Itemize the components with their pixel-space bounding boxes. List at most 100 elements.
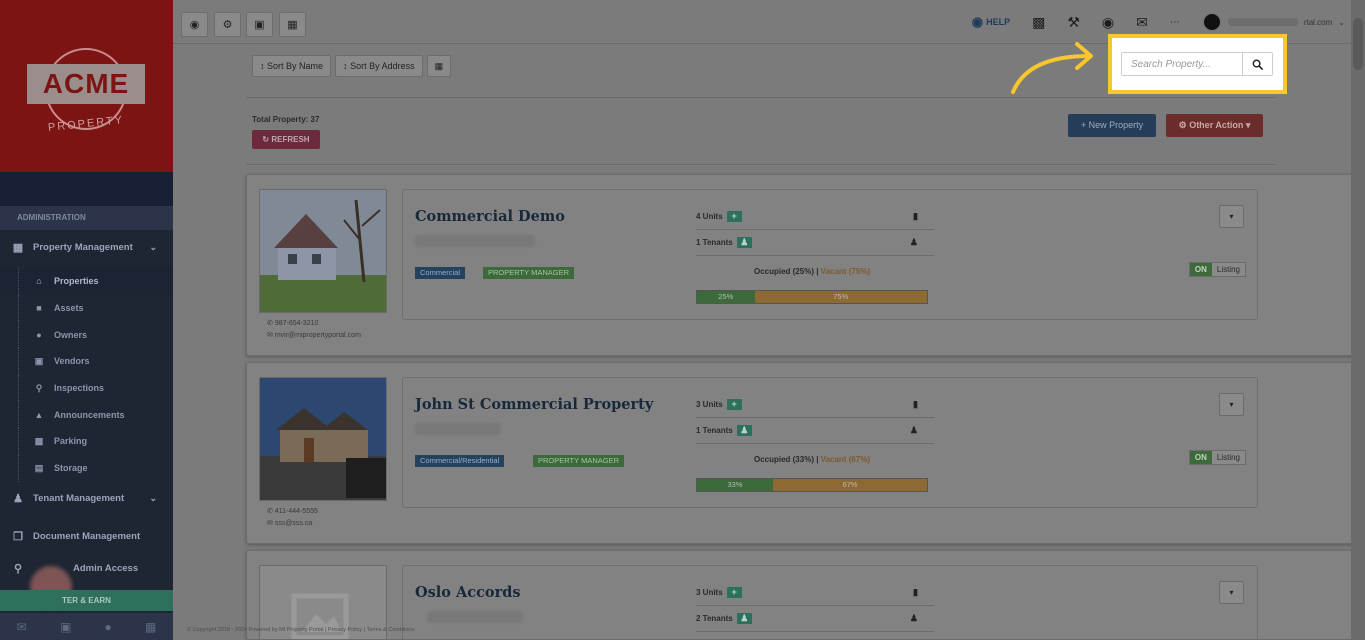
- occupancy-text: Occupied (25%) | Vacant (75%): [753, 267, 871, 276]
- phone-icon: ✆: [267, 508, 273, 515]
- envelope-icon[interactable]: ✉: [1136, 14, 1148, 31]
- user-icon: ●: [36, 329, 42, 340]
- add-unit-button[interactable]: +: [726, 587, 742, 598]
- add-unit-button[interactable]: +: [726, 399, 742, 410]
- table-view-button[interactable]: ▦: [426, 55, 452, 77]
- calendar-icon[interactable]: ▣: [246, 12, 273, 37]
- sidebar-subitem-assets[interactable]: ■ Assets: [0, 294, 173, 322]
- add-unit-button[interactable]: +: [726, 211, 742, 222]
- new-property-button[interactable]: + New Property: [1068, 114, 1156, 137]
- property-options-dropdown[interactable]: ▾: [1219, 205, 1244, 228]
- logo-text: ACME: [27, 64, 145, 104]
- search-button[interactable]: [1242, 52, 1273, 76]
- property-photo[interactable]: [259, 377, 387, 501]
- sidebar-item-property-management[interactable]: ▦ Property Management ⌄: [0, 234, 173, 260]
- logo-area: ACME PROPERTY: [0, 0, 173, 172]
- add-tenant-button[interactable]: ♟: [736, 237, 752, 248]
- sidebar: ACME PROPERTY ADMINISTRATION ▦ Property …: [0, 0, 173, 640]
- sidebar-subitem-parking[interactable]: ▩ Parking: [0, 428, 173, 455]
- footer-copyright: © Copyright 2018 - 2024 Powered by MI Pr…: [187, 627, 415, 633]
- sidebar-subitem-storage[interactable]: ▤ Storage: [0, 454, 173, 482]
- eye-icon[interactable]: ◉: [1102, 14, 1114, 31]
- chevron-down-icon: ⌄: [1338, 17, 1345, 27]
- briefcase-icon[interactable]: ▣: [60, 620, 71, 634]
- user-menu[interactable]: rtal.com ⌄: [1201, 12, 1345, 32]
- tenants-row: 1 Tenants ♟ ♟: [696, 418, 934, 444]
- home-icon: ⌂: [36, 276, 42, 287]
- box-icon: ▤: [34, 462, 44, 473]
- sort-by-name-button[interactable]: ↕ Sort By Name: [252, 55, 332, 77]
- acme-logo[interactable]: ACME PROPERTY: [27, 48, 145, 138]
- property-address: [427, 611, 523, 623]
- avatar: [1201, 12, 1222, 32]
- section-label-administration: ADMINISTRATION: [0, 206, 173, 230]
- user-icon[interactable]: ●: [105, 620, 112, 634]
- user-email: rtal.com: [1303, 17, 1333, 27]
- property-name[interactable]: Commercial Demo: [415, 208, 565, 225]
- occupancy-bar: 33% 67%: [696, 478, 928, 492]
- archive-icon: ■: [36, 303, 42, 314]
- property-type-tag: Commercial/Residential: [415, 455, 505, 467]
- key-icon: ⚲: [13, 563, 23, 575]
- listing-toggle[interactable]: ON Listing: [1188, 262, 1246, 277]
- occupied-segment: 33%: [697, 479, 773, 491]
- units-row: 3 Units + ▮: [696, 580, 934, 606]
- sidebar-subitem-owners[interactable]: ● Owners: [0, 321, 173, 348]
- calculator-icon[interactable]: ▦: [279, 12, 306, 37]
- calculator-icon[interactable]: ▦: [145, 620, 156, 634]
- units-row: 4 Units + ▮: [696, 204, 934, 230]
- occupied-segment: 25%: [697, 291, 755, 303]
- help-link[interactable]: ◉ HELP: [972, 14, 1010, 30]
- bookmark-icon: ▮: [913, 399, 918, 409]
- sort-by-address-button[interactable]: ↕ Sort By Address: [335, 55, 423, 77]
- property-card: ✆ 411-444-5555 ✉ sss@sss.ca John St Comm…: [246, 362, 1356, 544]
- sidebar-item-label: Property Management: [33, 241, 133, 253]
- property-name[interactable]: Oslo Accords: [415, 584, 521, 601]
- occupancy-bar: 25% 75%: [696, 290, 928, 304]
- listing-toggle[interactable]: ON Listing: [1188, 450, 1246, 465]
- bookmark-icon: ▮: [913, 587, 918, 597]
- bookmark-icon: ▮: [913, 211, 918, 221]
- dashboard-icon[interactable]: ◉: [181, 12, 208, 37]
- sidebar-subitem-properties[interactable]: ⌂ Properties: [0, 268, 173, 295]
- page-scrollbar[interactable]: [1351, 0, 1365, 640]
- pointer-arrow: [1011, 42, 1093, 94]
- email-icon: ✉: [267, 332, 273, 339]
- sidebar-item-document-management[interactable]: ❐ Document Management: [0, 524, 173, 550]
- refresh-button[interactable]: ↻ REFRESH: [252, 130, 320, 149]
- add-tenant-button[interactable]: ♟: [736, 613, 752, 624]
- refer-and-earn-bar[interactable]: TER & EARN: [0, 590, 173, 611]
- tenants-row: 1 Tenants ♟ ♟: [696, 230, 934, 256]
- mail-icon[interactable]: ✉: [17, 620, 27, 634]
- role-tag: PROPERTY MANAGER: [483, 267, 574, 279]
- total-property-count: Total Property: 37: [252, 115, 320, 124]
- sidebar-item-admin-access[interactable]: ⚲ Admin Access: [0, 562, 173, 576]
- building-icon: ▦: [12, 241, 24, 254]
- tenants-row: 2 Tenants ♟ ♟: [696, 606, 934, 632]
- property-options-dropdown[interactable]: ▾: [1219, 581, 1244, 604]
- vacant-segment: 75%: [754, 291, 927, 303]
- lifebuoy-icon: ◉: [971, 14, 984, 29]
- other-action-button[interactable]: ⚙ Other Action ▾: [1166, 114, 1263, 137]
- add-tenant-button[interactable]: ♟: [736, 425, 752, 436]
- more-icon[interactable]: ⋯: [1170, 17, 1180, 28]
- main-content: ◉ ⚙ ▣ ▦ ◉ HELP ▩ ⚒ ◉ ✉ ⋯ rtal.com ⌄ ↕ Sor…: [173, 0, 1365, 640]
- users-icon: ♟: [13, 493, 23, 505]
- sidebar-subitem-inspections[interactable]: ⚲ Inspections: [0, 374, 173, 402]
- property-name[interactable]: John St Commercial Property: [415, 396, 653, 413]
- search-property-input[interactable]: [1121, 52, 1243, 76]
- sidebar-subitem-vendors[interactable]: ▣ Vendors: [0, 348, 173, 375]
- gear-icon[interactable]: ⚙: [214, 12, 241, 37]
- role-tag: PROPERTY MANAGER: [533, 455, 624, 467]
- sidebar-subitem-announcements[interactable]: ▲ Announcements: [0, 401, 173, 428]
- vacant-segment: 67%: [772, 479, 927, 491]
- sidebar-item-tenant-management[interactable]: ♟ Tenant Management ⌄: [0, 486, 173, 512]
- units-row: 3 Units + ▮: [696, 392, 934, 418]
- users-icon: ♟: [909, 613, 918, 623]
- property-email: sss@sss.ca: [274, 520, 313, 527]
- chart-icon[interactable]: ▩: [1032, 14, 1045, 31]
- wrench-icon[interactable]: ⚒: [1067, 14, 1080, 31]
- users-icon: ♟: [909, 425, 918, 435]
- property-photo[interactable]: [259, 189, 387, 313]
- property-options-dropdown[interactable]: ▾: [1219, 393, 1244, 416]
